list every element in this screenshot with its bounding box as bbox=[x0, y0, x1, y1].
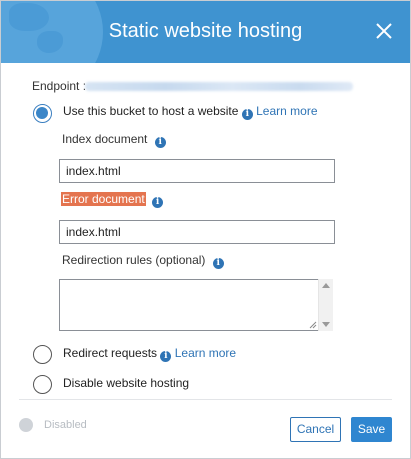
learn-more-link[interactable]: Learn more bbox=[175, 346, 236, 360]
info-icon[interactable]: i bbox=[241, 109, 253, 120]
redirection-rules-textarea[interactable] bbox=[59, 279, 319, 331]
index-document-label: Index document bbox=[62, 132, 148, 146]
redirect-requests-radio[interactable] bbox=[33, 345, 52, 364]
resize-grip-icon[interactable] bbox=[309, 321, 317, 329]
host-website-radio[interactable] bbox=[33, 104, 52, 123]
info-icon[interactable]: i bbox=[160, 351, 172, 362]
close-icon[interactable] bbox=[374, 21, 394, 41]
info-icon[interactable]: i bbox=[212, 258, 224, 269]
save-button[interactable]: Save bbox=[351, 417, 392, 442]
static-website-hosting-dialog: Static website hosting Endpoint : Use th… bbox=[0, 0, 411, 459]
endpoint-label: Endpoint : bbox=[32, 79, 87, 93]
status-label: Disabled bbox=[44, 419, 87, 431]
index-document-input[interactable] bbox=[59, 159, 335, 183]
error-document-input[interactable] bbox=[59, 220, 335, 244]
redirection-rules-label: Redirection rules (optional) bbox=[62, 253, 206, 267]
redirection-rules-label-row: Redirection rules (optional) i bbox=[62, 253, 224, 269]
dialog-title: Static website hosting bbox=[108, 20, 303, 42]
textarea-scrollbar[interactable] bbox=[318, 279, 333, 331]
redirect-requests-label: Redirect requests bbox=[63, 346, 158, 360]
error-document-label: Error document bbox=[61, 192, 146, 206]
index-document-label-row: Index document i bbox=[62, 132, 166, 148]
endpoint-url-redacted bbox=[85, 82, 353, 91]
scroll-down-arrow-icon[interactable] bbox=[322, 322, 330, 327]
info-icon[interactable]: i bbox=[152, 197, 164, 208]
status-indicator-dot bbox=[19, 418, 33, 432]
host-website-label: Use this bucket to host a website bbox=[63, 104, 239, 118]
redirect-requests-option: Redirect requests i Learn more bbox=[63, 346, 236, 362]
cancel-button[interactable]: Cancel bbox=[290, 417, 341, 442]
learn-more-link[interactable]: Learn more bbox=[256, 104, 317, 118]
info-icon[interactable]: i bbox=[154, 137, 166, 148]
disable-hosting-radio[interactable] bbox=[33, 375, 52, 394]
dialog-header: Static website hosting bbox=[1, 1, 410, 63]
scroll-up-arrow-icon[interactable] bbox=[322, 283, 330, 288]
error-document-label-row: Error document i bbox=[61, 192, 164, 208]
host-website-option: Use this bucket to host a website i Lear… bbox=[63, 104, 318, 120]
disable-hosting-label: Disable website hosting bbox=[63, 376, 190, 390]
footer-divider bbox=[19, 399, 392, 400]
